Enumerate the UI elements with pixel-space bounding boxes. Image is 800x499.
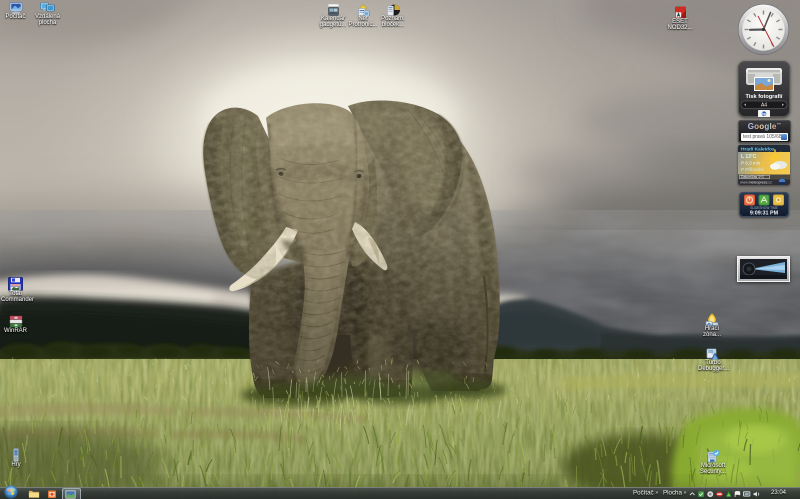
svg-text:P 8,3 m/s: P 8,3 m/s [741, 161, 761, 166]
svg-text:www.meteopress.cz: www.meteopress.cz [740, 181, 772, 185]
svg-text:A4: A4 [761, 103, 767, 109]
svg-text:L 13°C: L 13°C [741, 154, 757, 160]
svg-text:P Příhodně: P Příhodně [741, 167, 764, 172]
svg-text:9:09:31 PM: 9:09:31 PM [750, 211, 779, 217]
svg-text:Tisk fotografií: Tisk fotografií [746, 94, 783, 100]
svg-text:Hradí Kaleidos: Hradí Kaleidos [741, 146, 775, 152]
svg-text:Datum/čas 1+1: Datum/čas 1+1 [741, 175, 764, 179]
svg-text:hp: hp [762, 112, 766, 116]
svg-text:SLIDESHOW TIME: SLIDESHOW TIME [750, 206, 778, 210]
